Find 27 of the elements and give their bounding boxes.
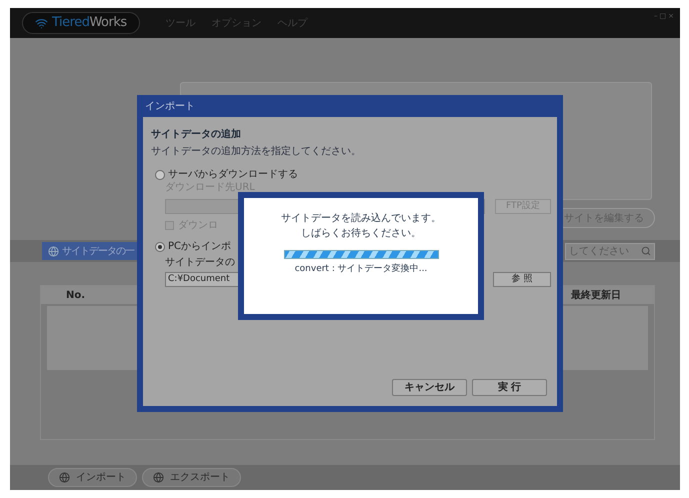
browse-button[interactable]: 参 照	[493, 272, 551, 287]
wifi-icon	[35, 16, 48, 30]
section-heading: サイトデータの追加	[151, 128, 241, 142]
option-label[interactable]: PCからインポ	[168, 239, 232, 254]
globe-icon	[59, 472, 70, 483]
option-label[interactable]: サーバからダウンロードする	[168, 167, 298, 182]
logo-text: TieredWorks	[52, 14, 127, 32]
tab-label: サイトデータの一	[62, 244, 134, 258]
checkbox[interactable]	[165, 221, 174, 230]
run-button[interactable]: 実 行	[472, 379, 547, 396]
loading-message: サイトデータを読み込んでいます。	[281, 212, 441, 226]
globe-icon	[48, 246, 59, 256]
instruction-text: サイトデータの追加方法を指定してください。	[151, 144, 361, 159]
column-header: No.	[66, 288, 86, 302]
field-label: サイトデータの	[165, 256, 235, 270]
radio-button[interactable]	[155, 242, 165, 252]
column-header: 最終更新日	[571, 288, 621, 302]
import-button[interactable]: インポート	[48, 468, 137, 487]
cancel-button[interactable]: キャンセル	[392, 379, 467, 396]
site-list-tab[interactable]: サイトデータの一	[42, 242, 137, 260]
loading-message: しばらくお待ちください。	[301, 226, 421, 241]
search-icon	[641, 246, 651, 256]
dialog-title: インポート	[145, 100, 195, 114]
radio-button[interactable]	[155, 170, 165, 180]
globe-icon	[153, 472, 164, 483]
export-button[interactable]: エクスポート	[142, 468, 241, 487]
status-text: convert : サイトデータ変換中...	[294, 263, 428, 276]
